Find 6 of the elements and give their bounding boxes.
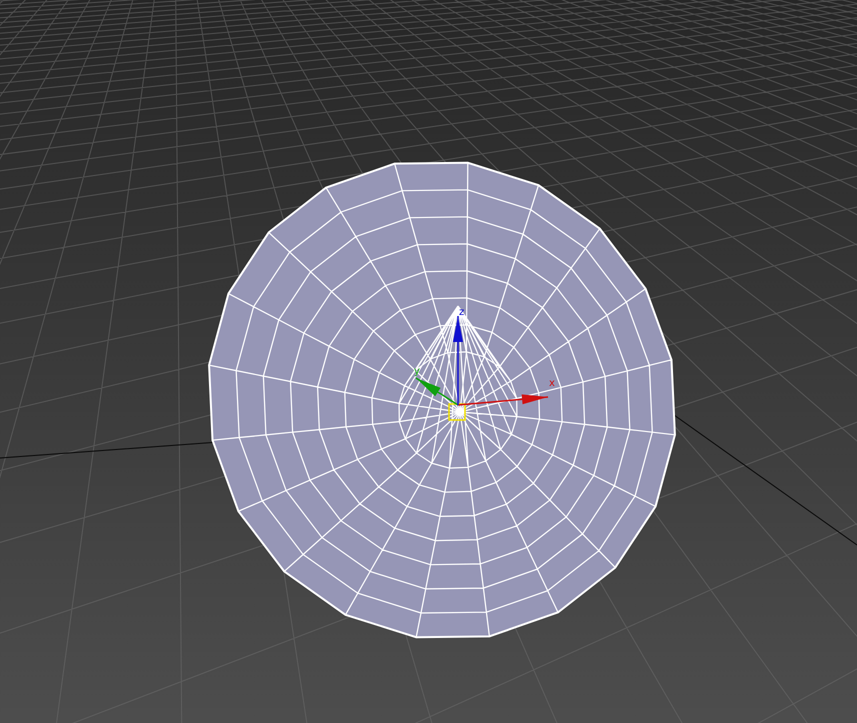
axis-label: z [459, 307, 464, 318]
axis-arrow[interactable] [458, 394, 548, 406]
axis-label: x [549, 378, 555, 389]
axis-arrow[interactable] [453, 316, 463, 405]
axis-label: y [414, 366, 420, 377]
axis-arrow[interactable] [416, 377, 458, 406]
